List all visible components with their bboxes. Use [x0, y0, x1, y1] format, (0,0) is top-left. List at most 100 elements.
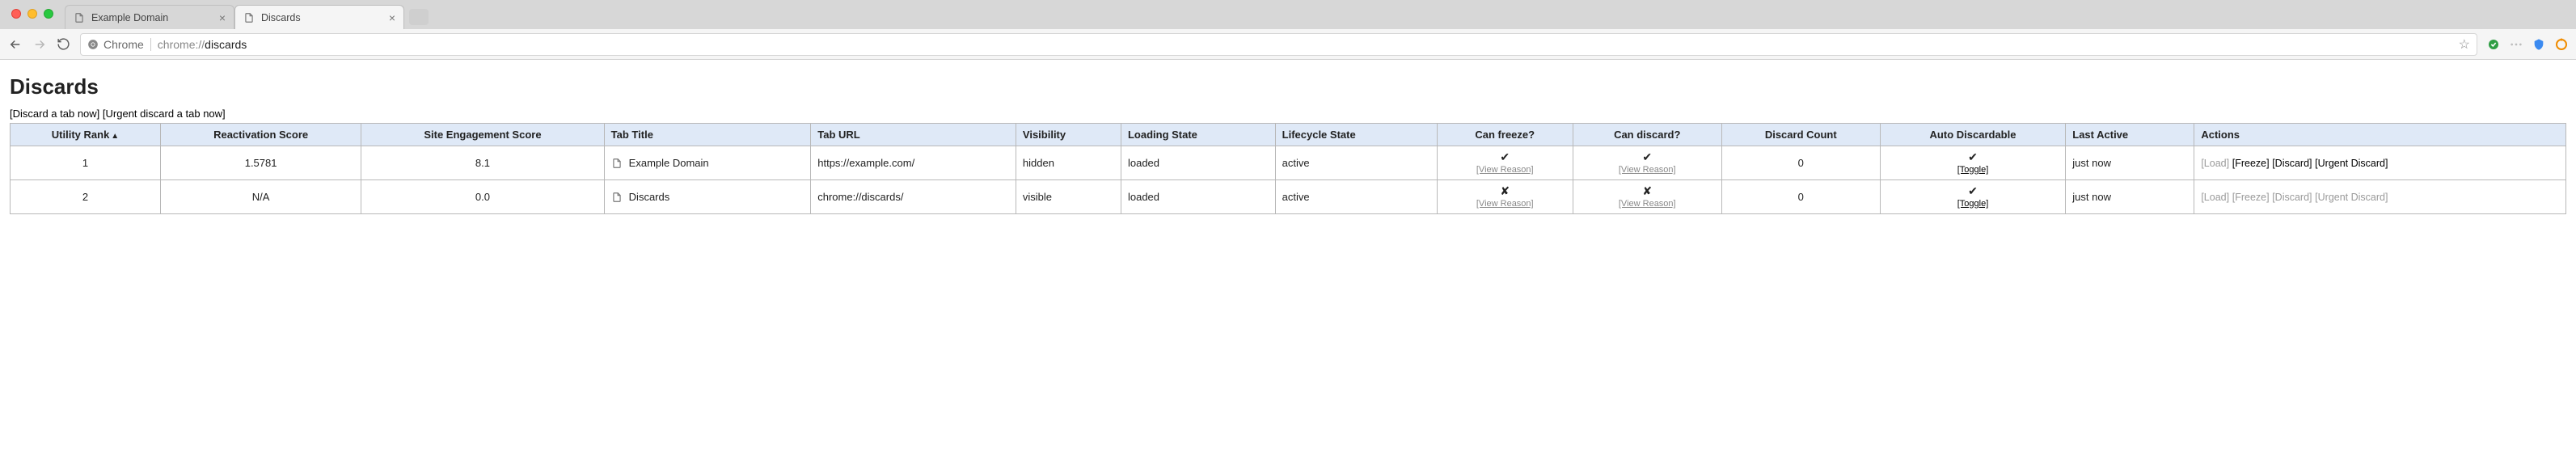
cell-tab-url: https://example.com/	[811, 146, 1016, 180]
col-last-active[interactable]: Last Active	[2066, 124, 2194, 146]
cell-tab-title: Example Domain	[604, 146, 811, 180]
discard-tab-now-link[interactable]: [Discard a tab now]	[10, 108, 99, 120]
cell-can-discard: ✘ [View Reason]	[1573, 180, 1721, 214]
cell-can-freeze: ✔ [View Reason]	[1437, 146, 1573, 180]
cell-utility-rank: 2	[11, 180, 161, 214]
view-reason-link[interactable]: [View Reason]	[1580, 199, 1715, 209]
scheme-label: Chrome	[103, 38, 144, 51]
cell-last-active: just now	[2066, 146, 2194, 180]
extension-icon[interactable]	[2487, 38, 2500, 51]
page-icon	[611, 192, 623, 203]
extension-icon[interactable]	[2555, 38, 2568, 51]
col-lifecycle-state[interactable]: Lifecycle State	[1275, 124, 1437, 146]
tab-strip: Example Domain × Discards ×	[65, 0, 429, 29]
cell-last-active: just now	[2066, 180, 2194, 214]
view-reason-link[interactable]: [View Reason]	[1444, 199, 1566, 209]
page-title: Discards	[10, 74, 2566, 99]
tab-title-text: Discards	[629, 191, 670, 203]
col-loading-state[interactable]: Loading State	[1121, 124, 1275, 146]
action-discard[interactable]: [Discard]	[2272, 158, 2312, 169]
extension-icon[interactable]	[2510, 40, 2523, 49]
url-text: chrome://discards	[158, 38, 247, 51]
table-header-row: Utility Rank▲ Reactivation Score Site En…	[11, 124, 2566, 146]
col-reactivation-score[interactable]: Reactivation Score	[160, 124, 361, 146]
url-path: discards	[205, 38, 247, 51]
extension-icons	[2487, 38, 2568, 51]
cell-site-engagement-score: 0.0	[361, 180, 604, 214]
reload-button[interactable]	[57, 37, 70, 51]
cell-visibility: visible	[1016, 180, 1121, 214]
window-controls	[11, 9, 53, 19]
col-actions[interactable]: Actions	[2194, 124, 2566, 146]
cell-auto-discardable: ✔ [Toggle]	[1880, 146, 2066, 180]
cell-reactivation-score: N/A	[160, 180, 361, 214]
view-reason-link[interactable]: [View Reason]	[1444, 165, 1566, 175]
action-freeze[interactable]: [Freeze]	[2232, 158, 2270, 169]
page-icon	[74, 12, 85, 23]
cell-visibility: hidden	[1016, 146, 1121, 180]
tab-strip-bar: Example Domain × Discards ×	[0, 0, 2576, 29]
check-icon: ✔	[1500, 150, 1510, 163]
browser-tab-discards[interactable]: Discards ×	[234, 5, 404, 29]
toggle-link[interactable]: [Toggle]	[1887, 165, 2059, 175]
cell-lifecycle-state: active	[1275, 146, 1437, 180]
action-load: [Load]	[2201, 158, 2229, 169]
discards-table: Utility Rank▲ Reactivation Score Site En…	[10, 123, 2566, 214]
col-can-discard[interactable]: Can discard?	[1573, 124, 1721, 146]
cell-actions: [Load] [Freeze] [Discard] [Urgent Discar…	[2194, 146, 2566, 180]
cell-can-discard: ✔ [View Reason]	[1573, 146, 1721, 180]
check-icon: ✔	[1642, 150, 1652, 163]
window-minimize-button[interactable]	[27, 9, 37, 19]
action-freeze: [Freeze]	[2232, 192, 2270, 203]
back-button[interactable]	[8, 37, 23, 52]
tab-close-icon[interactable]: ×	[389, 11, 395, 24]
separator	[150, 38, 151, 51]
cell-discard-count: 0	[1721, 180, 1880, 214]
tab-close-icon[interactable]: ×	[219, 11, 226, 24]
col-site-engagement-score[interactable]: Site Engagement Score	[361, 124, 604, 146]
url-host: chrome://	[158, 38, 205, 51]
cell-auto-discardable: ✔[Toggle]	[1880, 180, 2066, 214]
cell-discard-count: 0	[1721, 146, 1880, 180]
sort-ascending-icon: ▲	[111, 132, 119, 141]
window-zoom-button[interactable]	[44, 9, 53, 19]
cell-lifecycle-state: active	[1275, 180, 1437, 214]
browser-tab-title: Example Domain	[91, 12, 168, 23]
browser-toolbar: Chrome chrome://discards ☆	[0, 29, 2576, 60]
action-discard: [Discard]	[2272, 192, 2312, 203]
table-row: 2N/A0.0Discardschrome://discards/visible…	[11, 180, 2566, 214]
col-discard-count[interactable]: Discard Count	[1721, 124, 1880, 146]
urgent-discard-tab-now-link[interactable]: [Urgent discard a tab now]	[103, 108, 226, 120]
col-tab-url[interactable]: Tab URL	[811, 124, 1016, 146]
action-urgent-discard[interactable]: [Urgent Discard]	[2315, 158, 2388, 169]
toggle-link[interactable]: [Toggle]	[1887, 199, 2059, 209]
table-row: 11.57818.1Example Domainhttps://example.…	[11, 146, 2566, 180]
action-urgent-discard: [Urgent Discard]	[2315, 192, 2388, 203]
cell-tab-title: Discards	[604, 180, 811, 214]
col-utility-rank[interactable]: Utility Rank▲	[11, 124, 161, 146]
address-bar[interactable]: Chrome chrome://discards ☆	[80, 33, 2477, 56]
cell-loading-state: loaded	[1121, 180, 1275, 214]
view-reason-link[interactable]: [View Reason]	[1580, 165, 1715, 175]
bookmark-star-icon[interactable]: ☆	[2459, 36, 2470, 53]
browser-tab-example-domain[interactable]: Example Domain ×	[65, 5, 234, 29]
check-icon: ✘	[1642, 184, 1652, 197]
new-tab-button[interactable]	[409, 9, 429, 25]
col-visibility[interactable]: Visibility	[1016, 124, 1121, 146]
page-action-links: [Discard a tab now] [Urgent discard a ta…	[10, 108, 2566, 120]
page-icon	[243, 12, 255, 23]
window-close-button[interactable]	[11, 9, 21, 19]
col-can-freeze[interactable]: Can freeze?	[1437, 124, 1573, 146]
extension-icon[interactable]	[2532, 38, 2545, 51]
cell-loading-state: loaded	[1121, 146, 1275, 180]
chrome-icon	[87, 39, 99, 50]
check-icon: ✔	[1968, 150, 1978, 163]
cell-site-engagement-score: 8.1	[361, 146, 604, 180]
action-load: [Load]	[2201, 192, 2229, 203]
cell-can-freeze: ✘[View Reason]	[1437, 180, 1573, 214]
col-tab-title[interactable]: Tab Title	[604, 124, 811, 146]
col-auto-discardable[interactable]: Auto Discardable	[1880, 124, 2066, 146]
forward-button[interactable]	[32, 37, 47, 52]
cell-actions: [Load] [Freeze] [Discard] [Urgent Discar…	[2194, 180, 2566, 214]
cell-utility-rank: 1	[11, 146, 161, 180]
